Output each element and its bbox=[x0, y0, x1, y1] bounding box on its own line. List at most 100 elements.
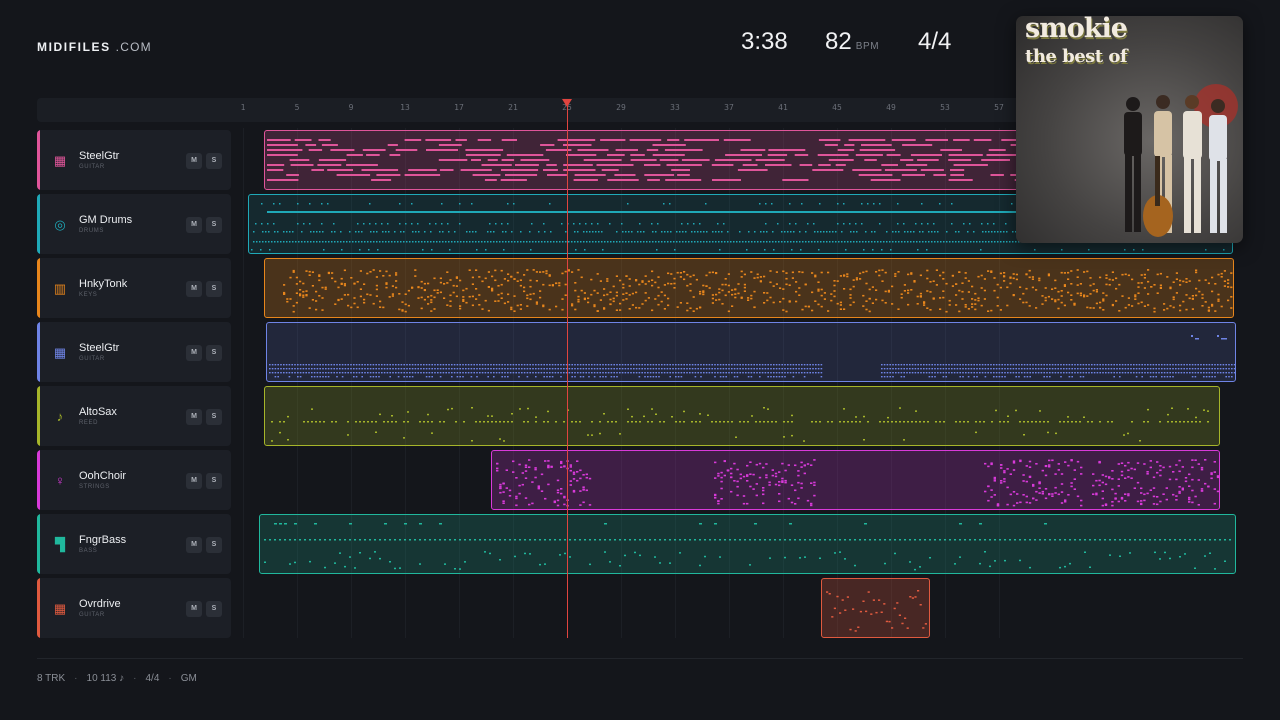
midi-note bbox=[528, 466, 531, 468]
midi-note bbox=[526, 372, 529, 374]
midi-note bbox=[900, 159, 914, 161]
midi-note bbox=[619, 364, 621, 366]
mute-button[interactable]: M bbox=[186, 217, 202, 233]
mute-button[interactable]: M bbox=[186, 153, 202, 169]
midi-note bbox=[1105, 368, 1107, 370]
mute-button[interactable]: M bbox=[186, 345, 202, 361]
midi-clip[interactable] bbox=[259, 514, 1236, 574]
midi-note bbox=[827, 421, 829, 423]
midi-note bbox=[399, 539, 401, 541]
mute-button[interactable]: M bbox=[186, 281, 202, 297]
midi-note bbox=[923, 304, 926, 306]
midi-note bbox=[534, 468, 537, 471]
midi-note bbox=[878, 599, 881, 601]
midi-note bbox=[494, 279, 497, 282]
midi-note bbox=[1093, 372, 1096, 374]
track-header[interactable]: ▦ SteelGtr GUITAR M S bbox=[37, 322, 231, 382]
midi-note bbox=[367, 241, 369, 243]
midi-note bbox=[999, 539, 1001, 541]
midi-note bbox=[643, 241, 645, 243]
solo-button[interactable]: S bbox=[206, 345, 222, 361]
midi-note bbox=[1165, 498, 1168, 501]
midi-note bbox=[976, 372, 978, 374]
midi-note bbox=[526, 241, 528, 243]
midi-note bbox=[381, 372, 383, 374]
midi-note bbox=[520, 241, 522, 243]
solo-button[interactable]: S bbox=[206, 281, 222, 297]
midi-note bbox=[1127, 368, 1129, 370]
midi-note bbox=[1204, 539, 1206, 541]
midi-note bbox=[1155, 364, 1157, 366]
midi-note bbox=[667, 304, 670, 307]
track-header[interactable]: ▜ FngrBass BASS M S bbox=[37, 514, 231, 574]
midi-note bbox=[804, 305, 807, 308]
midi-note bbox=[855, 154, 883, 156]
midi-note bbox=[479, 364, 481, 366]
mute-button[interactable]: M bbox=[186, 601, 202, 617]
midi-note bbox=[1004, 368, 1006, 370]
midi-note bbox=[981, 364, 984, 366]
midi-note bbox=[349, 231, 351, 233]
midi-note bbox=[1149, 372, 1152, 374]
midi-note bbox=[909, 596, 912, 598]
solo-button[interactable]: S bbox=[206, 601, 222, 617]
midi-clip[interactable] bbox=[821, 578, 930, 638]
mute-button[interactable]: M bbox=[186, 473, 202, 489]
midi-note bbox=[955, 421, 957, 423]
midi-note bbox=[1022, 301, 1025, 304]
midi-note bbox=[934, 372, 936, 374]
solo-button[interactable]: S bbox=[206, 409, 222, 425]
midi-note bbox=[631, 304, 634, 306]
midi-note bbox=[1161, 368, 1163, 370]
midi-note bbox=[795, 223, 797, 225]
solo-button[interactable]: S bbox=[206, 537, 222, 553]
midi-note bbox=[739, 477, 742, 480]
midi-note bbox=[767, 364, 769, 366]
midi-clip[interactable] bbox=[264, 130, 1024, 190]
solo-button[interactable]: S bbox=[206, 473, 222, 489]
track-header[interactable]: ◎ GM Drums DRUMS M S bbox=[37, 194, 231, 254]
midi-note bbox=[475, 269, 478, 271]
midi-clip[interactable] bbox=[264, 258, 1234, 318]
midi-note bbox=[759, 280, 762, 282]
midi-note bbox=[1071, 364, 1073, 366]
track-header[interactable]: ▦ Ovrdrive GUITAR M S bbox=[37, 578, 231, 638]
track-header[interactable]: ♀ OohChoir STRINGS M S bbox=[37, 450, 231, 510]
midi-note bbox=[526, 368, 529, 370]
midi-note bbox=[681, 159, 710, 161]
midi-note bbox=[388, 231, 390, 233]
midi-note bbox=[1076, 460, 1080, 463]
midi-note bbox=[1044, 299, 1047, 302]
midi-note bbox=[560, 364, 562, 366]
midi-note bbox=[535, 421, 537, 423]
midi-note bbox=[931, 364, 933, 366]
midi-note bbox=[313, 364, 316, 366]
mute-button[interactable]: M bbox=[186, 409, 202, 425]
midi-note bbox=[285, 372, 288, 374]
midi-note bbox=[1117, 485, 1120, 487]
track-header[interactable]: ♪ AltoSax REED M S bbox=[37, 386, 231, 446]
track-header[interactable]: ▦ SteelGtr GUITAR M S bbox=[37, 130, 231, 190]
midi-note bbox=[1172, 368, 1174, 370]
playhead-line[interactable] bbox=[567, 106, 568, 638]
midi-note bbox=[289, 159, 310, 161]
solo-button[interactable]: S bbox=[206, 217, 222, 233]
midi-note bbox=[314, 539, 316, 541]
midi-note bbox=[1054, 486, 1057, 489]
midi-note bbox=[315, 300, 318, 302]
midi-clip[interactable] bbox=[491, 450, 1220, 510]
midi-note bbox=[412, 241, 414, 243]
midi-note bbox=[358, 372, 361, 374]
midi-note bbox=[689, 275, 692, 278]
midi-note bbox=[660, 291, 663, 293]
track-header[interactable]: ▥ HnkyTonk KEYS M S bbox=[37, 258, 231, 318]
midi-clip[interactable] bbox=[266, 322, 1236, 382]
midi-note bbox=[484, 179, 497, 181]
mute-button[interactable]: M bbox=[186, 537, 202, 553]
album-subtitle: the best of bbox=[1025, 46, 1128, 67]
midi-note bbox=[1169, 305, 1172, 307]
midi-note bbox=[520, 231, 522, 233]
solo-button[interactable]: S bbox=[206, 153, 222, 169]
midi-note bbox=[897, 364, 900, 366]
midi-clip[interactable] bbox=[264, 386, 1220, 446]
